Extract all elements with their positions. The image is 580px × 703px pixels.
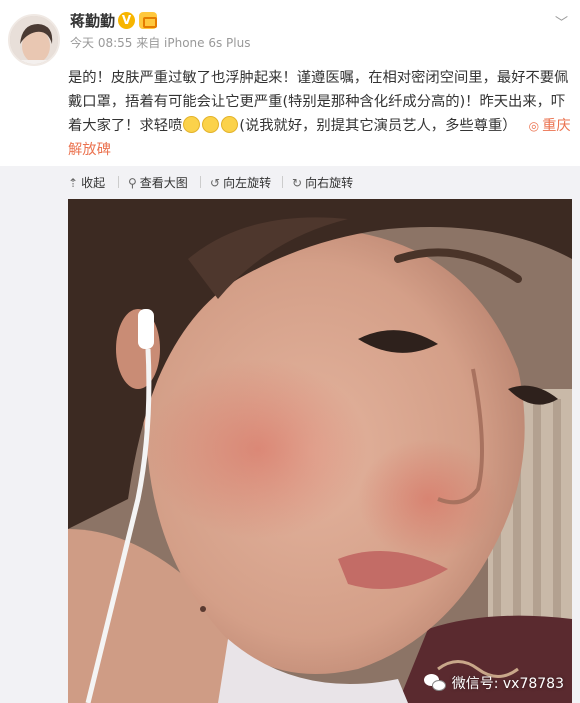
divider xyxy=(200,176,201,188)
post-photo[interactable]: 微信号: vx78783 xyxy=(68,199,572,703)
post-text: 是的！皮肤严重过敏了也浮肿起来！谨遵医嘱，在相对密闭空间里，最好不要佩戴口罩，捂… xyxy=(68,66,574,162)
rotate-right-button[interactable]: ↻ 向右旋转 xyxy=(292,174,353,191)
watermark-text: 微信号: vx78783 xyxy=(451,676,564,692)
view-large-button[interactable]: ⚲ 查看大图 xyxy=(128,174,188,191)
location-pin-icon: ◎ xyxy=(528,119,540,133)
rotate-left-label: 向左旋转 xyxy=(223,176,272,190)
search-icon: ⚲ xyxy=(128,176,137,190)
member-crown-icon[interactable] xyxy=(139,12,157,29)
collapse-label: 收起 xyxy=(81,176,106,190)
post-text-part2: (说我就好，别提其它演员艺人，多些尊重） xyxy=(239,118,517,134)
pray-emoji-icon xyxy=(202,116,220,133)
divider xyxy=(282,176,283,188)
post-meta: 今天 08:55 来自 iPhone 6s Plus xyxy=(70,36,251,50)
verified-badge-icon: V xyxy=(118,12,135,29)
media-panel: ⇡ 收起 ⚲ 查看大图 ↺ 向左旋转 ↻ 向右旋转 微信号: vx78783 xyxy=(0,166,580,703)
avatar[interactable] xyxy=(8,14,60,66)
view-large-label: 查看大图 xyxy=(139,176,188,190)
rotate-left-button[interactable]: ↺ 向左旋转 xyxy=(210,174,271,191)
collapse-icon: ⇡ xyxy=(68,176,79,190)
chevron-down-icon[interactable]: ﹀ xyxy=(555,12,568,31)
username[interactable]: 蒋勤勤 xyxy=(70,10,115,31)
pray-emoji-icon xyxy=(221,116,239,133)
rotate-right-label: 向右旋转 xyxy=(305,176,354,190)
collapse-button[interactable]: ⇡ 收起 xyxy=(68,174,105,191)
rotate-right-icon: ↻ xyxy=(292,176,303,190)
wechat-icon xyxy=(423,674,446,692)
divider xyxy=(118,176,119,188)
pray-emoji-icon xyxy=(183,116,201,133)
watermark: 微信号: vx78783 xyxy=(423,671,564,695)
rotate-left-icon: ↺ xyxy=(210,176,221,190)
post-header: 蒋勤勤 V ﹀ 今天 08:55 来自 iPhone 6s Plus xyxy=(0,0,580,70)
